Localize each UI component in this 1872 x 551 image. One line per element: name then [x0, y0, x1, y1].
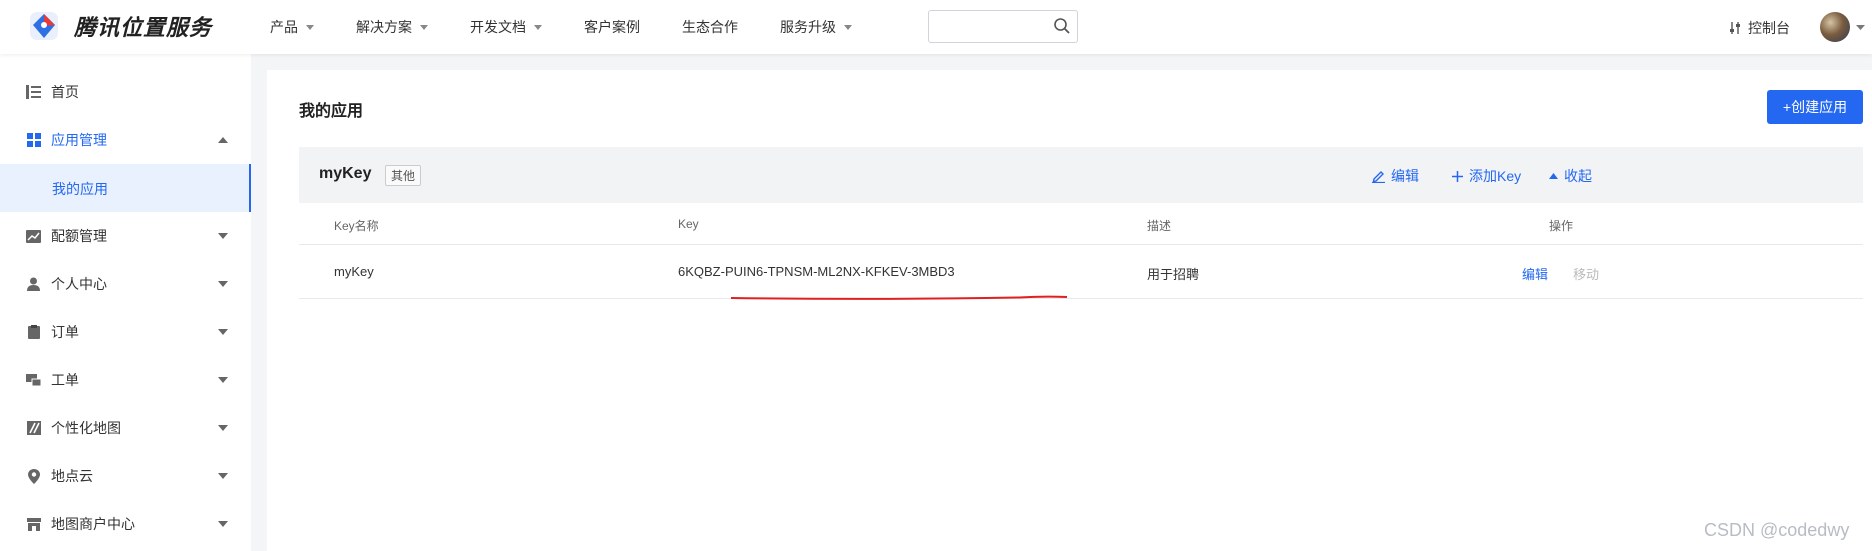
sidebar-item-label: 应用管理 [51, 132, 107, 148]
sidebar: 首页 应用管理 我的应用 配额管理 个人中心 订单 工单 个性化地图 地点云 地… [0, 54, 251, 551]
sidebar-item-label: 配额管理 [51, 228, 107, 244]
sidebar-item-tickets[interactable]: 工单 [0, 356, 251, 404]
nav-item-docs[interactable]: 开发文档 [470, 17, 542, 37]
sidebar-item-merchant-center[interactable]: 地图商户中心 [0, 500, 251, 548]
sidebar-item-home[interactable]: 首页 [0, 68, 251, 116]
chevron-down-icon [306, 24, 314, 30]
main-nav: 产品 解决方案 开发文档 客户案例 生态合作 服务升级 [270, 0, 894, 54]
chevron-down-icon [420, 24, 428, 30]
chevron-up-icon [218, 137, 228, 143]
sidebar-subitem-my-apps[interactable]: 我的应用 [0, 164, 251, 212]
nav-label: 服务升级 [780, 19, 836, 35]
nav-item-solutions[interactable]: 解决方案 [356, 17, 428, 37]
nav-label: 开发文档 [470, 19, 526, 35]
move-key-link[interactable]: 移动 [1573, 264, 1599, 283]
store-icon [26, 517, 41, 532]
chevron-down-icon [844, 24, 852, 30]
nav-item-cases[interactable]: 客户案例 [584, 17, 640, 37]
edit-icon [1372, 170, 1385, 183]
search-icon[interactable] [1053, 17, 1071, 35]
app-name: myKey [319, 165, 372, 182]
sidebar-item-custom-map[interactable]: 个性化地图 [0, 404, 251, 452]
list-icon [26, 85, 41, 100]
key-description-cell: 用于招聘 [1147, 267, 1200, 282]
app-card-header: myKey 其他 编辑 添加Key 收起 [299, 147, 1863, 203]
page-title: 我的应用 [299, 103, 364, 120]
edit-label: 编辑 [1391, 168, 1419, 184]
sidebar-item-label: 地图商户中心 [51, 516, 135, 532]
nav-label: 解决方案 [356, 19, 412, 35]
edit-app-button[interactable]: 编辑 [1372, 166, 1419, 186]
brand-name: 腾讯位置服务 [74, 15, 213, 40]
table-row: myKey 6KQBZ-PUIN6-TPNSM-ML2NX-KFKEV-3MBD… [299, 245, 1863, 299]
search-input[interactable] [935, 11, 1049, 42]
ticket-icon [26, 373, 41, 388]
chevron-down-icon[interactable] [1856, 25, 1865, 31]
sidebar-item-label: 订单 [51, 324, 79, 340]
compass-pin-logo-icon [30, 12, 58, 40]
collapse-button[interactable]: 收起 [1549, 166, 1592, 186]
add-key-button[interactable]: 添加Key [1452, 166, 1521, 186]
sidebar-item-app-management[interactable]: 应用管理 [0, 116, 251, 164]
app-type-tag: 其他 [385, 165, 422, 186]
collapse-label: 收起 [1564, 168, 1592, 184]
sidebar-item-quota[interactable]: 配额管理 [0, 212, 251, 260]
annotation-underline [730, 295, 1068, 300]
chevron-down-icon [534, 24, 542, 30]
sidebar-item-label: 我的应用 [52, 181, 108, 197]
nav-label: 生态合作 [682, 19, 738, 35]
key-name-cell: myKey [334, 264, 374, 279]
key-table-header: Key名称 Key 描述 操作 [299, 203, 1863, 245]
plus-icon [1452, 170, 1463, 182]
add-key-label: 添加Key [1469, 168, 1522, 184]
watermark: CSDN @codedwy [1704, 520, 1850, 540]
top-navigation-bar: 腾讯位置服务 产品 解决方案 开发文档 客户案例 生态合作 服务升级 控制台 [0, 0, 1872, 54]
sidebar-item-profile[interactable]: 个人中心 [0, 260, 251, 308]
nav-item-upgrade[interactable]: 服务升级 [780, 17, 852, 37]
chevron-down-icon [218, 473, 228, 479]
chevron-down-icon [218, 377, 228, 383]
column-header-actions: 操作 [1549, 219, 1574, 233]
nav-label: 客户案例 [584, 19, 640, 35]
console-label: 控制台 [1748, 20, 1790, 36]
nav-item-products[interactable]: 产品 [270, 17, 314, 37]
nav-label: 产品 [270, 19, 298, 35]
user-icon [26, 277, 41, 292]
location-icon [26, 468, 41, 484]
sidebar-item-label: 工单 [51, 372, 79, 388]
chevron-down-icon [218, 521, 228, 527]
sliders-icon [1730, 22, 1740, 34]
main-content: 我的应用 +创建应用 myKey 其他 编辑 添加Key 收起 Key名称 Ke… [267, 70, 1872, 551]
brand-logo[interactable]: 腾讯位置服务 [28, 10, 212, 42]
chevron-down-icon [218, 329, 228, 335]
sidebar-item-orders[interactable]: 订单 [0, 308, 251, 356]
chevron-down-icon [218, 233, 228, 239]
map-style-icon [26, 421, 41, 436]
column-header-key: Key [678, 217, 699, 231]
column-header-description: 描述 [1147, 219, 1172, 233]
chart-icon [26, 229, 41, 244]
clipboard-icon [26, 325, 41, 340]
edit-key-link[interactable]: 编辑 [1522, 264, 1548, 283]
sidebar-item-label: 首页 [51, 84, 79, 100]
grid-icon [26, 133, 41, 148]
chevron-down-icon [218, 425, 228, 431]
sidebar-item-label: 地点云 [51, 468, 93, 484]
create-app-button[interactable]: +创建应用 [1767, 90, 1863, 124]
nav-item-ecosystem[interactable]: 生态合作 [682, 17, 738, 37]
column-header-key-name: Key名称 [334, 219, 379, 233]
avatar[interactable] [1820, 12, 1850, 42]
chevron-up-icon [1549, 173, 1558, 179]
sidebar-item-label: 个人中心 [51, 276, 107, 292]
search-box [928, 10, 1078, 43]
key-value-cell[interactable]: 6KQBZ-PUIN6-TPNSM-ML2NX-KFKEV-3MBD3 [678, 264, 955, 279]
sidebar-item-place-cloud[interactable]: 地点云 [0, 452, 251, 500]
chevron-down-icon [218, 281, 228, 287]
sidebar-item-label: 个性化地图 [51, 420, 121, 436]
console-link[interactable]: 控制台 [1728, 18, 1790, 38]
